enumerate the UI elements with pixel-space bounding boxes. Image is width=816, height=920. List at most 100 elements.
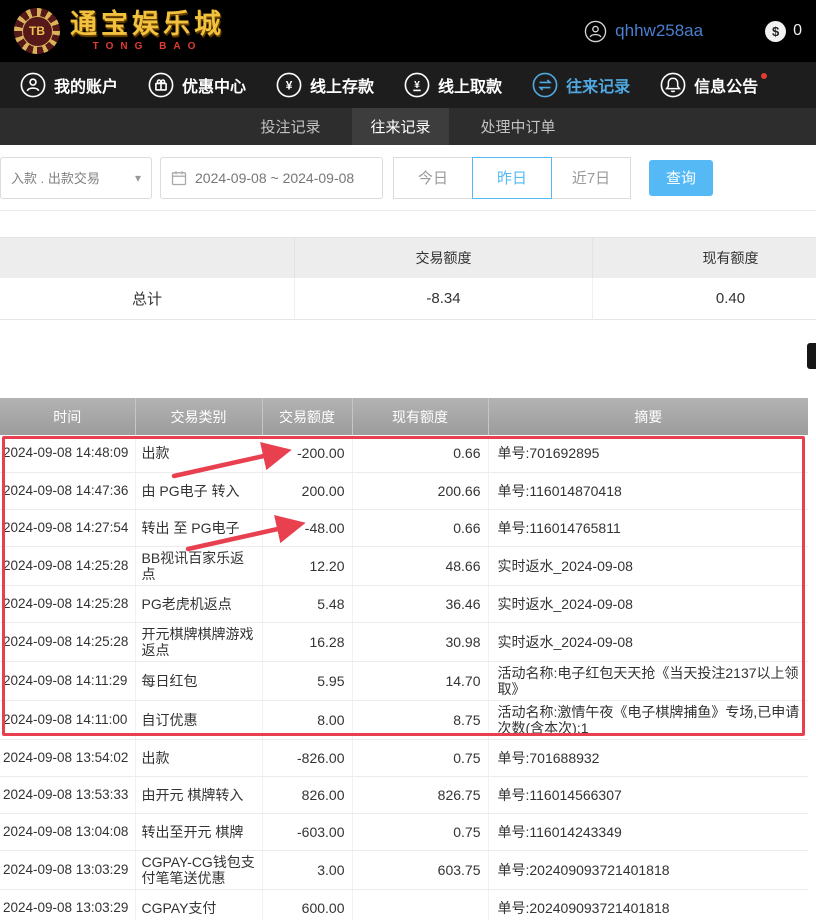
- cell-time: 2024-09-08 13:54:02: [0, 739, 135, 776]
- cell-balance: 36.46: [352, 585, 488, 622]
- cell-summary: 实时返水_2024-09-08: [488, 585, 808, 622]
- select-value: 入款 . 出款交易: [11, 168, 100, 187]
- svg-text:¥: ¥: [286, 78, 293, 92]
- cell-type: 出款: [135, 435, 262, 472]
- nav-withdraw[interactable]: ¥ 线上取款: [404, 72, 502, 98]
- table-row: 2024-09-08 14:47:36 由 PG电子 转入 200.00 200…: [0, 472, 808, 509]
- logo-text: 通宝娱乐城 TONG BAO: [70, 11, 225, 52]
- cell-type: 转出 至 PG电子: [135, 509, 262, 546]
- cell-balance: 603.75: [352, 850, 488, 889]
- cell-summary: 实时返水_2024-09-08: [488, 546, 808, 585]
- table-row: 2024-09-08 13:54:02 出款 -826.00 0.75 单号:7…: [0, 739, 808, 776]
- cell-balance: 48.66: [352, 546, 488, 585]
- last7days-button[interactable]: 近7日: [551, 157, 631, 199]
- cell-time: 2024-09-08 14:27:54: [0, 509, 135, 546]
- cell-summary: 单号:202409093721401818: [488, 850, 808, 889]
- nav-label: 往来记录: [566, 73, 630, 97]
- nav-promotions[interactable]: 优惠中心: [148, 72, 246, 98]
- table-row: 2024-09-08 14:11:00 自订优惠 8.00 8.75 活动名称:…: [0, 700, 808, 739]
- search-button[interactable]: 查询: [649, 160, 713, 196]
- records-body: 2024-09-08 14:48:09 出款 -200.00 0.66 单号:7…: [0, 435, 808, 920]
- svg-text:¥: ¥: [414, 80, 420, 91]
- dollar-icon: $: [765, 21, 786, 42]
- cell-amount: 12.20: [262, 546, 352, 585]
- cell-summary: 单号:116014765811: [488, 509, 808, 546]
- cell-type: 由 PG电子 转入: [135, 472, 262, 509]
- cell-balance: 8.75: [352, 700, 488, 739]
- cell-balance: 0.75: [352, 739, 488, 776]
- cell-summary: 单号:701688932: [488, 739, 808, 776]
- cell-balance: 826.75: [352, 776, 488, 813]
- cell-time: 2024-09-08 14:25:28: [0, 622, 135, 661]
- col-header-time: 时间: [0, 398, 135, 435]
- transfer-arrows-icon: [532, 72, 558, 98]
- cell-summary: 单号:116014870418: [488, 472, 808, 509]
- filter-bar: 入款 . 出款交易 ▾ 2024-09-08 ~ 2024-09-08 今日 昨…: [0, 145, 816, 211]
- nav-announcements[interactable]: 信息公告: [660, 72, 758, 98]
- site-logo[interactable]: TB 通宝娱乐城 TONG BAO: [14, 8, 225, 54]
- nav-my-account[interactable]: 我的账户: [20, 72, 118, 98]
- nav-label: 线上存款: [310, 73, 374, 97]
- cell-time: 2024-09-08 14:25:28: [0, 585, 135, 622]
- cell-amount: 5.48: [262, 585, 352, 622]
- username[interactable]: qhhw258aa: [615, 21, 703, 41]
- cell-amount: -603.00: [262, 813, 352, 850]
- cell-balance: 14.70: [352, 661, 488, 700]
- cell-amount: -826.00: [262, 739, 352, 776]
- cell-time: 2024-09-08 13:03:29: [0, 850, 135, 889]
- nav-label: 我的账户: [54, 73, 118, 97]
- top-header: TB 通宝娱乐城 TONG BAO qhhw258aa $ 0: [0, 0, 816, 62]
- floating-side-widget[interactable]: [807, 343, 816, 369]
- cell-balance: 0.66: [352, 509, 488, 546]
- cell-time: 2024-09-08 14:48:09: [0, 435, 135, 472]
- cell-balance: 0.75: [352, 813, 488, 850]
- cell-type: 由开元 棋牌转入: [135, 776, 262, 813]
- cell-type: 自订优惠: [135, 700, 262, 739]
- page: TB 通宝娱乐城 TONG BAO qhhw258aa $ 0: [0, 0, 816, 920]
- records-table: 时间 交易类别 交易额度 现有额度 摘要 2024-09-08 14:48:09…: [0, 398, 808, 920]
- transaction-type-select[interactable]: 入款 . 出款交易 ▾: [0, 157, 152, 199]
- nav-transaction-records[interactable]: 往来记录: [532, 72, 630, 98]
- table-row: 2024-09-08 14:25:28 BB视讯百家乐返点 12.20 48.6…: [0, 546, 808, 585]
- cell-time: 2024-09-08 14:47:36: [0, 472, 135, 509]
- bell-icon: [660, 72, 686, 98]
- chevron-down-icon: ▾: [135, 171, 141, 185]
- cell-balance: [352, 889, 488, 920]
- withdraw-coin-icon: ¥: [404, 72, 430, 98]
- date-range-input[interactable]: 2024-09-08 ~ 2024-09-08: [160, 157, 383, 199]
- tab-pending-orders[interactable]: 处理中订单: [463, 108, 574, 145]
- summary-header-balance: 现有额度: [593, 238, 816, 278]
- cell-time: 2024-09-08 14:11:00: [0, 700, 135, 739]
- subtab-bar: 投注记录 往来记录 处理中订单: [0, 108, 816, 145]
- cell-type: 每日红包: [135, 661, 262, 700]
- cell-time: 2024-09-08 13:53:33: [0, 776, 135, 813]
- cell-time: 2024-09-08 14:25:28: [0, 546, 135, 585]
- table-row: 2024-09-08 14:48:09 出款 -200.00 0.66 单号:7…: [0, 435, 808, 472]
- yesterday-button[interactable]: 昨日: [472, 157, 552, 199]
- cell-type: CGPAY支付: [135, 889, 262, 920]
- cell-amount: 16.28: [262, 622, 352, 661]
- logo-subtitle: TONG BAO: [70, 41, 225, 52]
- user-icon: [20, 72, 46, 98]
- nav-label: 线上取款: [438, 73, 502, 97]
- today-button[interactable]: 今日: [393, 157, 473, 199]
- balance-value: 0: [793, 22, 802, 40]
- summary-total-balance: 0.40: [593, 278, 816, 320]
- summary-header-row: 交易额度 现有额度: [0, 237, 816, 278]
- col-header-amount: 交易额度: [262, 398, 352, 435]
- cell-summary: 活动名称:激情午夜《电子棋牌捕鱼》专场,已申请次数(含本次):1: [488, 700, 808, 739]
- nav-deposit[interactable]: ¥ 线上存款: [276, 72, 374, 98]
- tab-transaction-records[interactable]: 往来记录: [352, 108, 448, 145]
- cell-summary: 单号:701692895: [488, 435, 808, 472]
- summary-header-amount: 交易额度: [295, 238, 593, 278]
- cell-time: 2024-09-08 13:03:29: [0, 889, 135, 920]
- tab-bet-records[interactable]: 投注记录: [242, 108, 338, 145]
- summary-total-label: 总计: [0, 278, 295, 320]
- cell-summary: 活动名称:电子红包天天抢《当天投注2137以上领取》: [488, 661, 808, 700]
- cell-type: 出款: [135, 739, 262, 776]
- summary-total-row: 总计 -8.34 0.40: [0, 278, 816, 320]
- nav-label: 优惠中心: [182, 73, 246, 97]
- user-avatar-icon: [584, 20, 607, 43]
- casino-chip-icon: TB: [14, 8, 60, 54]
- cell-type: 转出至开元 棋牌: [135, 813, 262, 850]
